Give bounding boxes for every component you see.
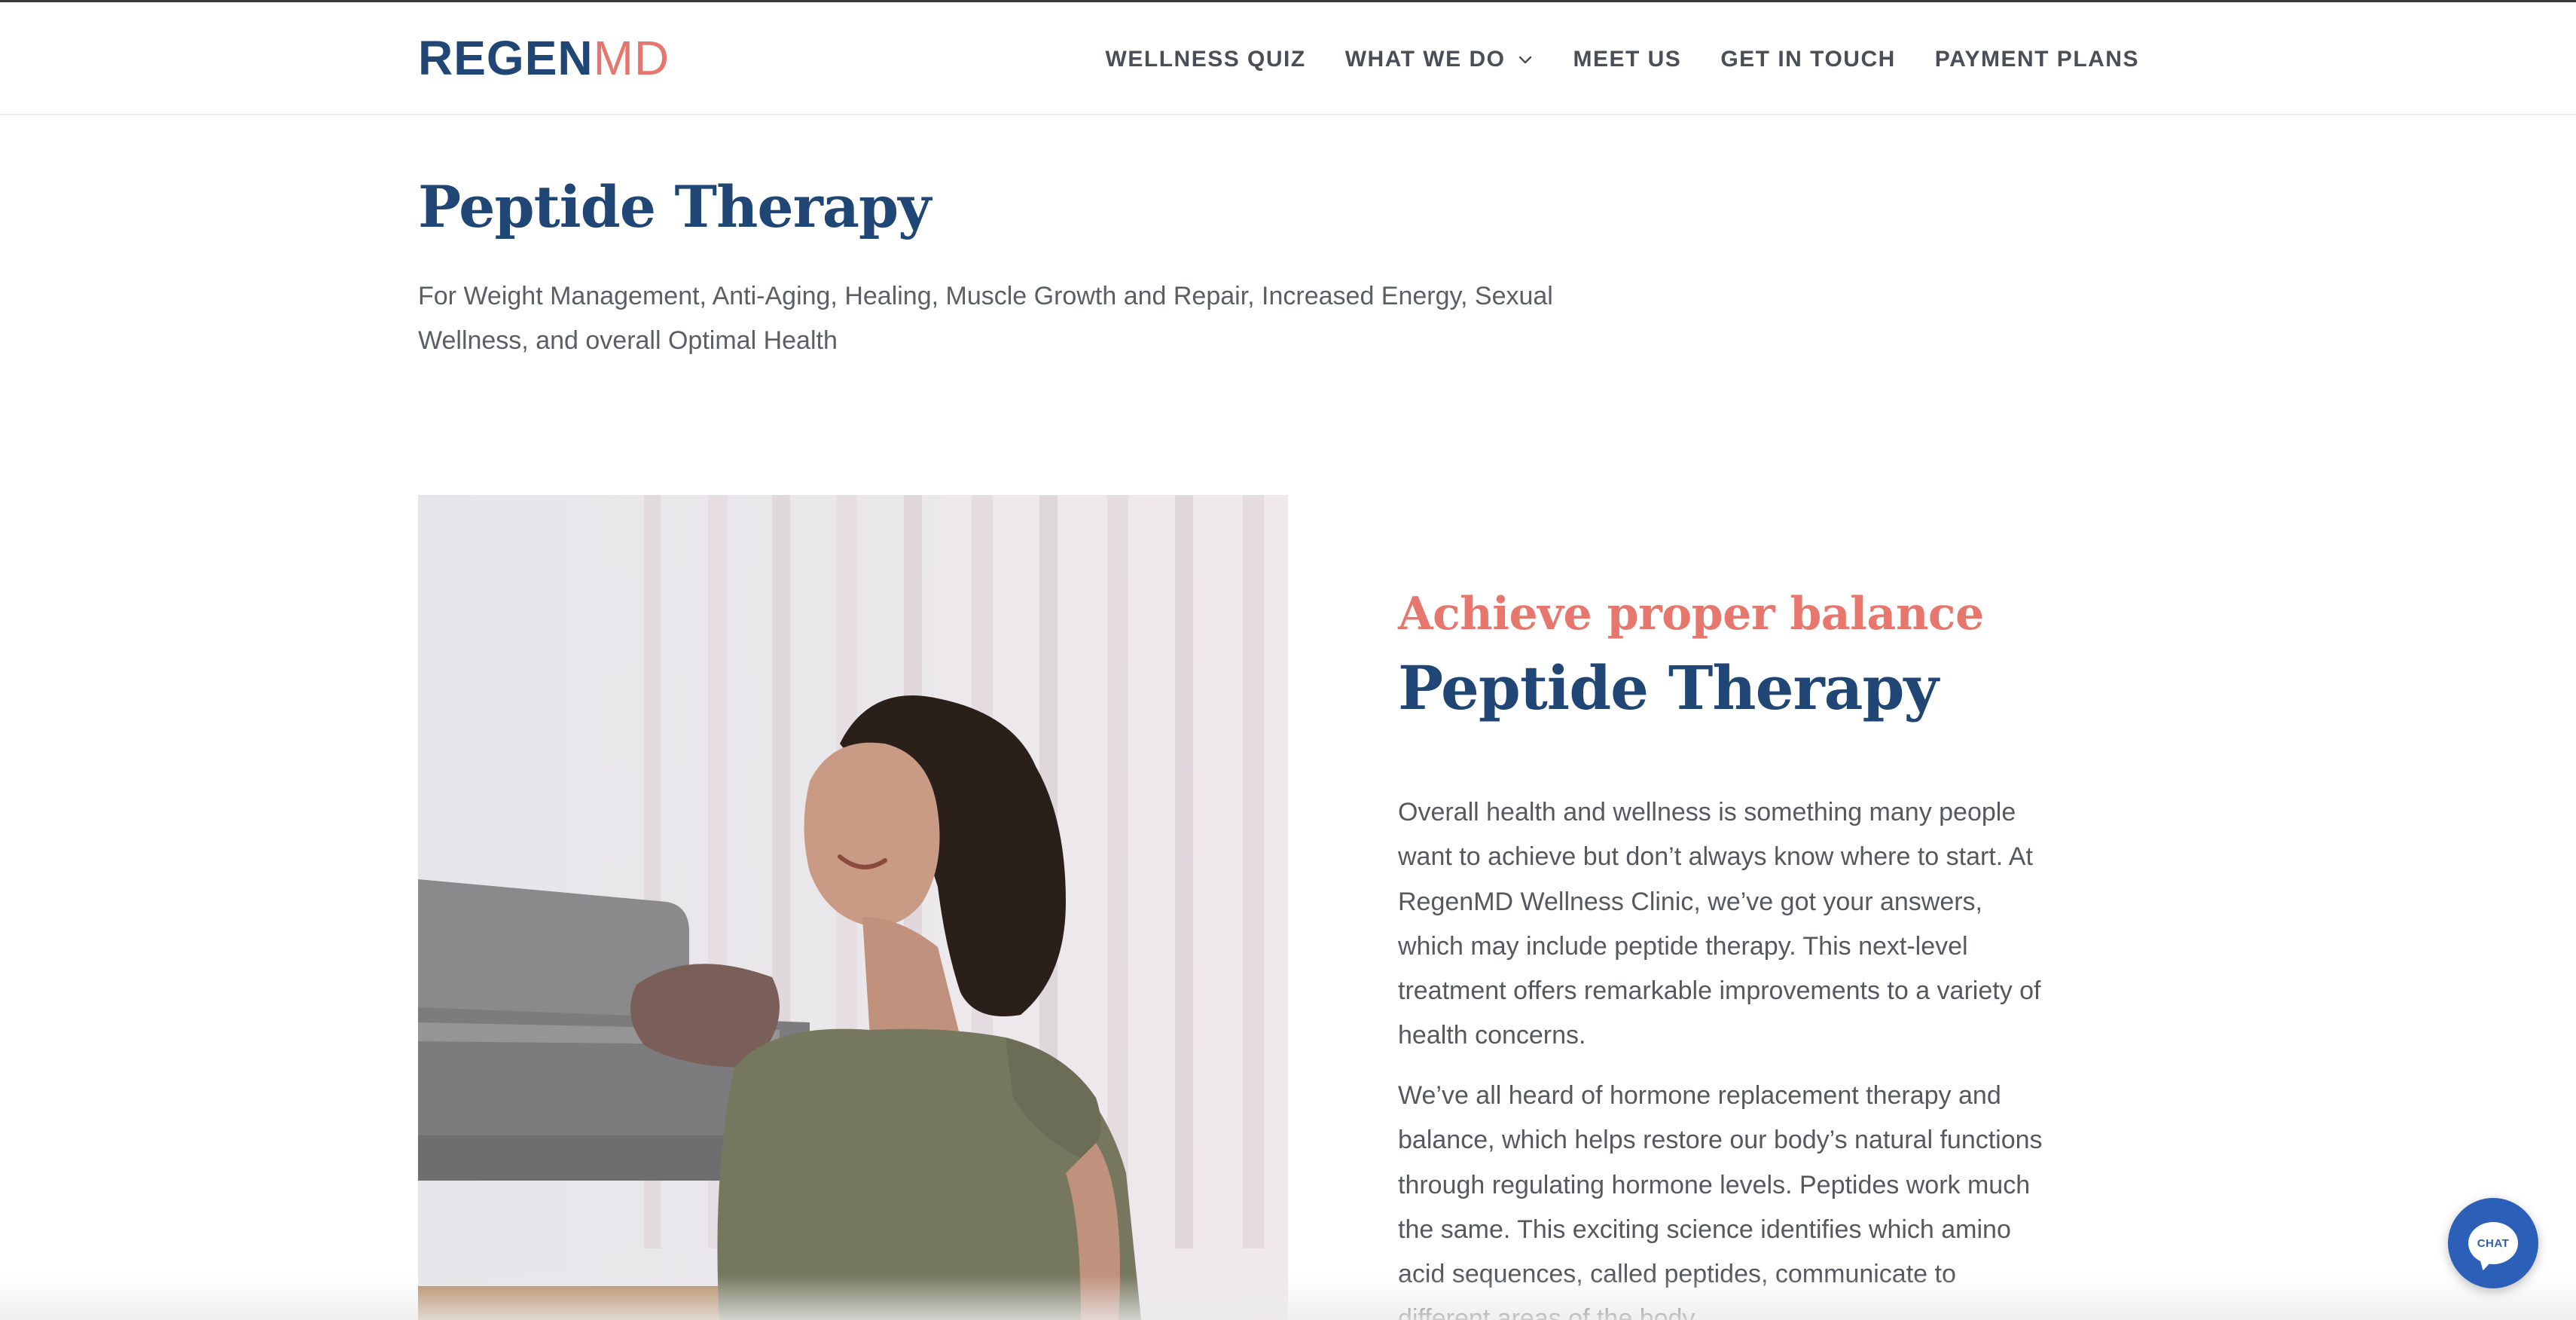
page-subtitle: For Weight Management, Anti-Aging, Heali…	[418, 282, 1553, 355]
nav-wellness-quiz-label: WELLNESS QUIZ	[1105, 47, 1306, 72]
logo-secondary-text: MD	[593, 31, 670, 85]
chat-bubble-icon: CHAT	[2468, 1222, 2518, 1264]
nav-payment-plans-label: PAYMENT PLANS	[1934, 47, 2139, 72]
section-title: Peptide Therapy	[1398, 652, 1939, 723]
nav-meet-us-label: MEET US	[1573, 47, 1682, 72]
logo-primary-text: REGEN	[418, 31, 594, 85]
body-paragraph-1: Overall health and wellness is something…	[1398, 798, 2041, 1050]
page-title: Peptide Therapy	[418, 173, 931, 240]
photo-illustration	[418, 495, 1288, 1320]
chat-label: CHAT	[2477, 1236, 2510, 1250]
site-header: REGEN MD WELLNESS QUIZ WHAT WE DO MEET US…	[0, 2, 2576, 115]
section-eyebrow: Achieve proper balance	[1398, 588, 1984, 640]
nav-what-we-do[interactable]: WHAT WE DO	[1345, 47, 1534, 72]
woman-relaxing-photo	[418, 495, 1288, 1320]
main-nav: WELLNESS QUIZ WHAT WE DO MEET US GET IN …	[1106, 41, 2139, 78]
chat-button[interactable]: CHAT	[2448, 1198, 2538, 1288]
nav-get-in-touch-label: GET IN TOUCH	[1720, 47, 1896, 72]
nav-wellness-quiz[interactable]: WELLNESS QUIZ	[1106, 47, 1306, 72]
nav-what-we-do-label: WHAT WE DO	[1344, 47, 1506, 72]
body-paragraph-2: We’ve all heard of hormone replacement t…	[1398, 1081, 2043, 1320]
nav-payment-plans[interactable]: PAYMENT PLANS	[1935, 47, 2139, 72]
nav-meet-us[interactable]: MEET US	[1573, 47, 1681, 72]
regenmd-logo[interactable]: REGEN MD	[418, 31, 670, 85]
bottom-fade	[0, 1275, 2576, 1320]
nav-get-in-touch[interactable]: GET IN TOUCH	[1720, 47, 1895, 72]
chevron-down-icon	[1519, 56, 1532, 64]
